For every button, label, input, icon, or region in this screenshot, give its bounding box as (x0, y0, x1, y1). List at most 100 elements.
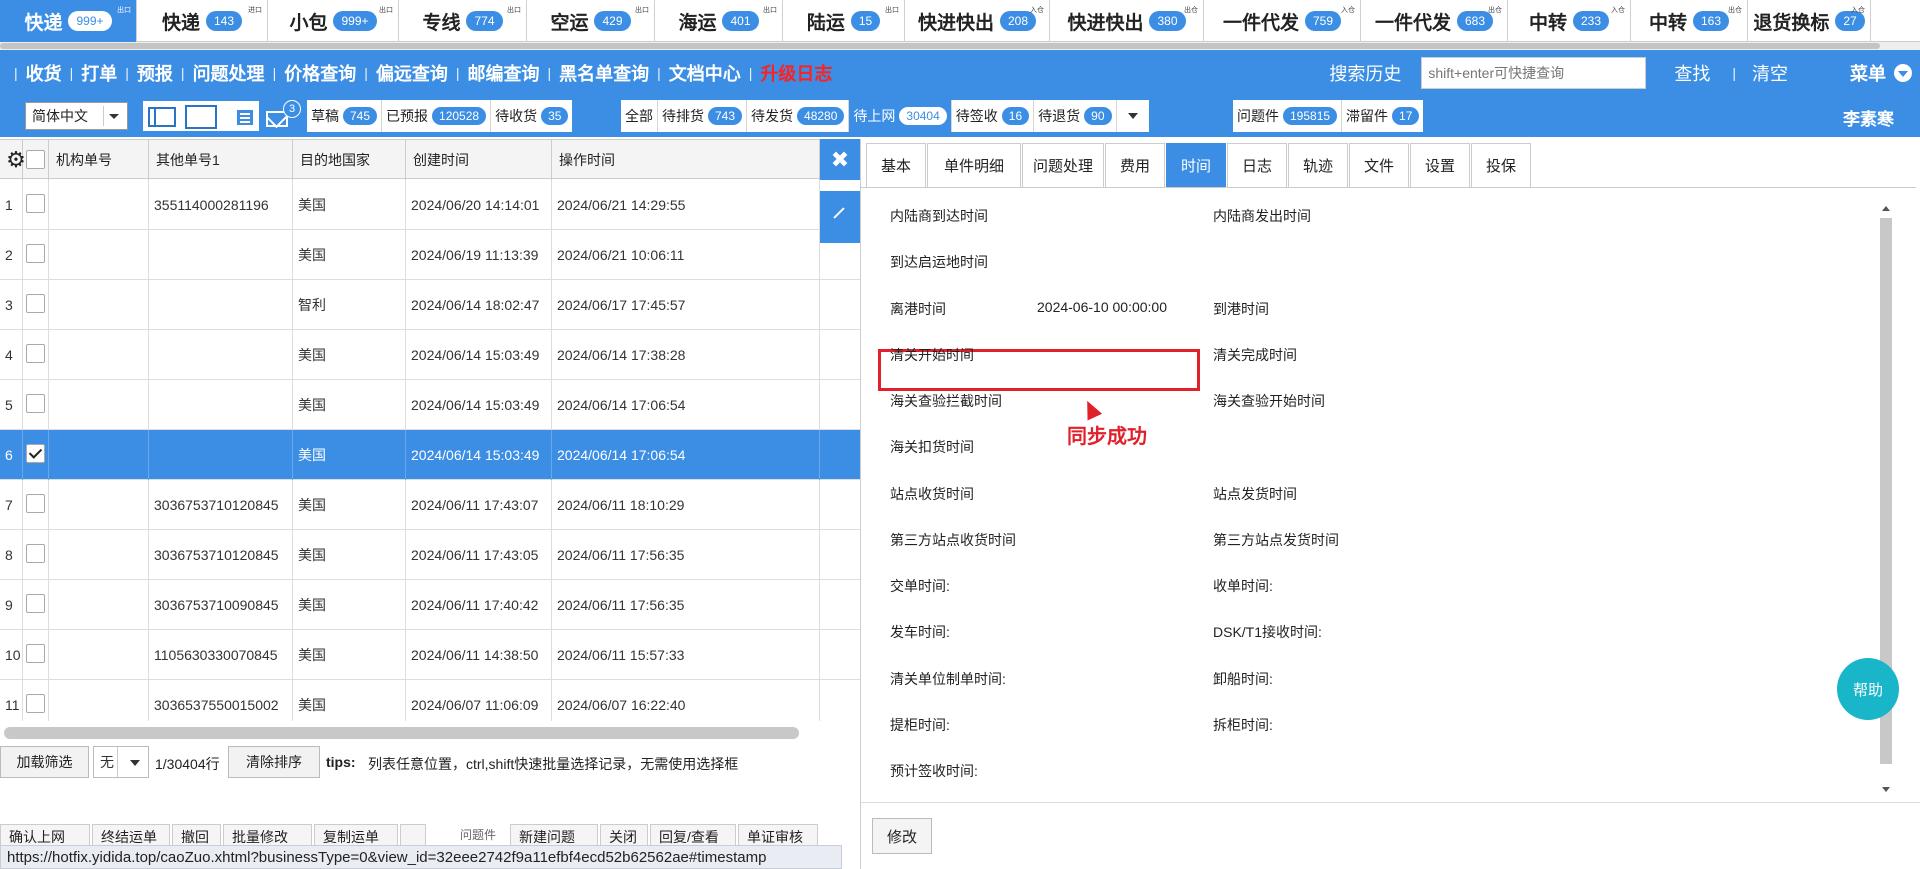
status-filter[interactable]: 待退货 90 (1034, 100, 1117, 132)
filter-select[interactable]: 无 (93, 746, 149, 778)
scroll-down-icon[interactable] (1882, 787, 1890, 792)
column-header[interactable]: 操作时间 (552, 140, 820, 180)
table-row[interactable]: 11 3036537550015002 美国 2024/06/07 11:06:09 2… (0, 680, 860, 721)
nav-item[interactable]: 黑名单查询 (559, 60, 649, 86)
business-tab[interactable]: 快进快出 380 出仓 (1050, 0, 1204, 42)
row-checkbox[interactable] (26, 694, 45, 713)
current-user[interactable]: 李素寒 (1843, 105, 1894, 130)
business-tab[interactable]: 快递 999+ 出口 (0, 0, 137, 42)
detail-tab[interactable]: 日志 (1227, 143, 1287, 187)
table-row[interactable]: 9 3036753710090845 美国 2024/06/11 17:40:42 20… (0, 580, 860, 630)
grid-horizontal-scrollbar[interactable] (0, 722, 800, 742)
close-panel-button[interactable]: ✖ (820, 139, 860, 180)
row-checkbox[interactable] (26, 344, 45, 363)
action-button[interactable]: 关闭 (600, 824, 648, 846)
menu-button[interactable]: 菜单 (1850, 60, 1912, 86)
table-row[interactable]: 4 美国 2024/06/14 15:03:49 2024/06/14 17:38:2… (0, 330, 860, 380)
business-tab[interactable]: 退货换标 27 入仓 (1748, 0, 1871, 42)
select-all-checkbox[interactable] (26, 150, 45, 169)
detail-tab[interactable]: 文件 (1349, 143, 1409, 187)
row-checkbox[interactable] (26, 394, 45, 413)
nav-item[interactable]: 文档中心 (669, 60, 741, 86)
business-tab[interactable]: 空运 429 出口 (527, 0, 655, 42)
action-button[interactable]: 单证审核 (738, 824, 818, 846)
status-filter[interactable]: 已预报 120528 (382, 100, 492, 132)
status-filter[interactable]: 待收货 35 (491, 100, 572, 132)
table-row[interactable]: 3 智利 2024/06/14 18:02:47 2024/06/17 17:45:5… (0, 280, 860, 330)
edit-button[interactable]: 修改 (872, 818, 932, 854)
nav-item[interactable]: 升级日志 (760, 60, 832, 86)
column-header[interactable]: 其他单号1 (149, 140, 293, 180)
table-row[interactable]: 10 1105630330070845 美国 2024/06/11 14:38:50 2… (0, 630, 860, 680)
split-view-icon[interactable] (148, 107, 176, 127)
full-view-icon[interactable] (185, 105, 217, 129)
language-select[interactable]: 简体中文 (25, 102, 128, 130)
tabs-scrollbar-thumb[interactable] (0, 43, 1880, 49)
table-row[interactable]: 5 美国 2024/06/14 15:03:49 2024/06/14 17:06:5… (0, 380, 860, 430)
detail-tab[interactable]: 轨迹 (1288, 143, 1348, 187)
business-tab[interactable]: 一件代发 759 入仓 (1204, 0, 1361, 42)
column-header[interactable]: 创建时间 (406, 140, 552, 180)
nav-item[interactable]: 收货 (26, 60, 62, 86)
column-header[interactable]: 机构单号 (49, 140, 149, 180)
list-icon[interactable] (235, 108, 255, 127)
business-tab[interactable]: 海运 401 出口 (655, 0, 783, 42)
row-checkbox[interactable] (26, 444, 45, 463)
expand-icon[interactable] (820, 191, 860, 243)
find-button[interactable]: 查找 (1674, 60, 1710, 86)
detail-tab[interactable]: 单件明细 (927, 143, 1021, 187)
clear-sort-button[interactable]: 清除排序 (228, 746, 320, 778)
nav-item[interactable]: 价格查询 (284, 60, 356, 86)
nav-item[interactable]: 打单 (81, 60, 117, 86)
table-row[interactable]: 7 3036753710120845 美国 2024/06/11 17:43:07 20… (0, 480, 860, 530)
row-checkbox[interactable] (26, 244, 45, 263)
table-row[interactable]: 6 美国 2024/06/14 15:03:49 2024/06/14 17:06:5… (0, 430, 860, 480)
load-filter-button[interactable]: 加载筛选 (0, 746, 89, 778)
business-tab[interactable]: 中转 163 出仓 (1631, 0, 1748, 42)
detail-tab[interactable]: 投保 (1471, 143, 1531, 187)
more-status-dropdown[interactable] (1117, 100, 1149, 132)
business-tab[interactable]: 陆运 15 出口 (783, 0, 905, 42)
grid-scrollbar-thumb[interactable] (4, 727, 799, 739)
clear-button[interactable]: 清空 (1752, 60, 1788, 86)
row-checkbox[interactable] (26, 544, 45, 563)
row-checkbox[interactable] (26, 194, 45, 213)
detail-tab[interactable]: 费用 (1105, 143, 1165, 187)
detail-tab[interactable]: 问题处理 (1022, 143, 1104, 187)
nav-item[interactable]: 问题处理 (193, 60, 265, 86)
status-filter[interactable]: 待发货 48280 (747, 100, 850, 132)
action-button[interactable]: 撤回 (172, 824, 221, 846)
help-button[interactable]: 帮助 (1837, 658, 1899, 720)
action-button[interactable]: 批量修改 (223, 824, 312, 846)
status-filter[interactable]: 全部 (621, 100, 658, 132)
status-filter[interactable]: 待签收 16 (952, 100, 1035, 132)
business-tab[interactable]: 中转 233 入仓 (1508, 0, 1631, 42)
row-checkbox[interactable] (26, 294, 45, 313)
business-tab[interactable]: 一件代发 683 出仓 (1361, 0, 1508, 42)
status-filter[interactable]: 滞留件 17 (1342, 100, 1423, 132)
table-row[interactable]: 2 美国 2024/06/19 11:13:39 2024/06/21 10:06:1… (0, 230, 860, 280)
action-button[interactable]: 复制运单 (314, 824, 398, 846)
nav-item[interactable]: 预报 (137, 60, 173, 86)
row-checkbox[interactable] (26, 594, 45, 613)
row-checkbox[interactable] (26, 644, 45, 663)
status-filter[interactable]: 问题件 195815 (1233, 100, 1343, 132)
detail-tab[interactable]: 基本 (866, 143, 926, 187)
scroll-up-icon[interactable] (1882, 206, 1890, 211)
action-button[interactable]: 新建问题 (510, 824, 598, 846)
time-field-value[interactable]: 2024-06-10 00:00:00 (1037, 299, 1167, 315)
table-row[interactable]: 1 355114000281196 美国 2024/06/20 14:14:01 202… (0, 180, 860, 230)
row-checkbox[interactable] (26, 494, 45, 513)
more-actions-dropdown[interactable] (400, 824, 426, 846)
detail-tab[interactable]: 设置 (1410, 143, 1470, 187)
business-tab[interactable]: 快递 143 进口 (137, 0, 268, 42)
search-input[interactable] (1421, 56, 1647, 89)
nav-item[interactable]: 偏远查询 (376, 60, 448, 86)
business-tab[interactable]: 专线 774 出口 (399, 0, 527, 42)
search-history-link[interactable]: 搜索历史 (1329, 60, 1401, 86)
business-tab[interactable]: 小包 999+ 出口 (268, 0, 399, 42)
action-button[interactable]: 确认上网 (0, 824, 90, 846)
business-tab[interactable]: 快进快出 208 入仓 (905, 0, 1050, 42)
nav-item[interactable]: 邮编查询 (467, 60, 539, 86)
action-button[interactable]: 终结运单 (92, 824, 170, 846)
